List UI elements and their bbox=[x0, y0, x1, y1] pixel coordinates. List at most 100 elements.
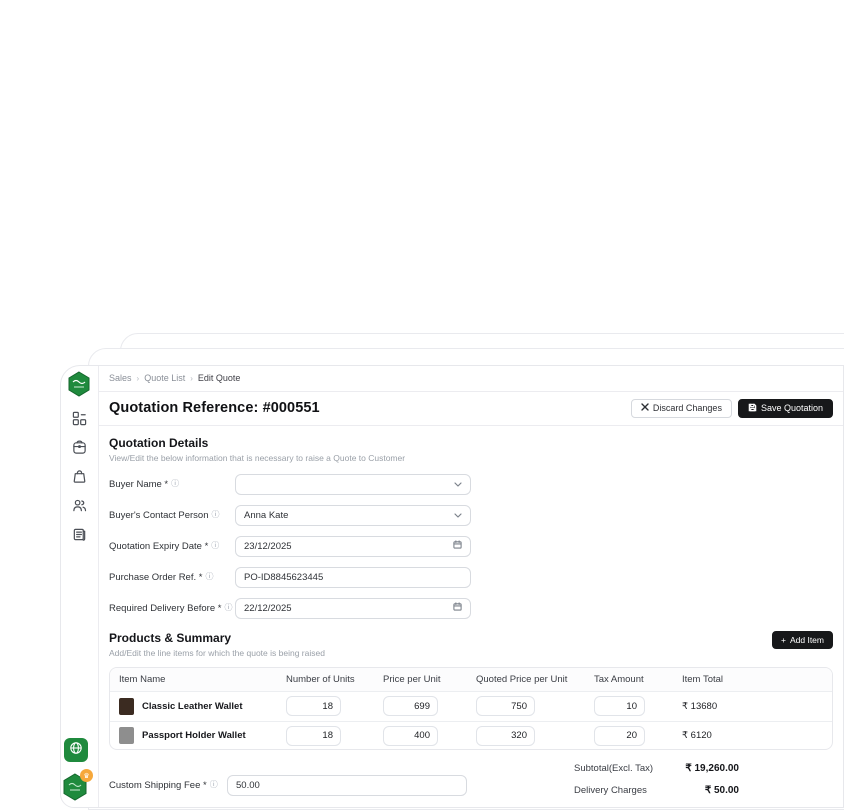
form-row-buyer-name: Buyer Name *ⓘ bbox=[109, 474, 833, 495]
app-window: Sales › Quote List › Edit Quote Quotatio… bbox=[60, 365, 844, 808]
expiry-date-field[interactable] bbox=[244, 541, 453, 552]
form-row-delivery-before: Required Delivery Before *ⓘ bbox=[109, 598, 833, 619]
units-input[interactable] bbox=[287, 727, 340, 745]
shipping-fee-input[interactable] bbox=[227, 775, 467, 796]
table-header-row: Item Name Number of Units Price per Unit… bbox=[110, 668, 832, 692]
col-header-item-name: Item Name bbox=[110, 674, 286, 685]
sidebar-item-orders-icon[interactable] bbox=[72, 439, 88, 455]
form-row-contact-person: Buyer's Contact Personⓘ Anna Kate bbox=[109, 505, 833, 526]
discard-changes-button[interactable]: Discard Changes bbox=[631, 399, 732, 418]
product-thumbnail bbox=[119, 727, 134, 744]
purchase-order-field[interactable] bbox=[244, 572, 462, 583]
expiry-date-label: Quotation Expiry Date *ⓘ bbox=[109, 541, 235, 552]
summary-row-delivery: Delivery Charges ₹ 50.00 bbox=[574, 785, 739, 796]
products-summary-section: Products & Summary Add/Edit the line ite… bbox=[99, 629, 843, 658]
purchase-order-label: Purchase Order Ref. *ⓘ bbox=[109, 572, 235, 583]
info-icon: ⓘ bbox=[210, 781, 218, 789]
breadcrumb-separator: › bbox=[190, 374, 193, 383]
quotation-details-subtitle: View/Edit the below information that is … bbox=[109, 453, 833, 463]
page-header: Quotation Reference: #000551 Discard Cha… bbox=[99, 392, 843, 426]
quoted-price-input[interactable] bbox=[477, 697, 534, 715]
globe-icon bbox=[69, 741, 83, 760]
delivery-before-field[interactable] bbox=[244, 603, 453, 614]
quotation-details-section: Quotation Details View/Edit the below in… bbox=[99, 426, 843, 629]
breadcrumb-edit-quote: Edit Quote bbox=[198, 373, 241, 383]
units-input[interactable] bbox=[287, 697, 340, 715]
sidebar-item-customers-icon[interactable] bbox=[72, 497, 88, 513]
sidebar-item-quotes-icon[interactable] bbox=[72, 526, 88, 542]
products-summary-title: Products & Summary bbox=[109, 631, 325, 645]
info-icon: ⓘ bbox=[205, 573, 213, 581]
info-icon: ⓘ bbox=[211, 542, 219, 550]
table-row: Classic Leather Wallet ₹ 13680 bbox=[110, 692, 832, 721]
tax-input[interactable] bbox=[595, 727, 644, 745]
chevron-down-icon bbox=[454, 479, 462, 490]
breadcrumb-quote-list[interactable]: Quote List bbox=[144, 373, 185, 383]
crown-badge-icon: ♛ bbox=[80, 769, 93, 782]
add-item-button[interactable]: + Add Item bbox=[772, 631, 833, 649]
breadcrumb-sales[interactable]: Sales bbox=[109, 373, 132, 383]
col-header-price: Price per Unit bbox=[383, 674, 476, 685]
save-quotation-label: Save Quotation bbox=[761, 403, 823, 413]
form-row-expiry-date: Quotation Expiry Date *ⓘ bbox=[109, 536, 833, 557]
delivery-before-input[interactable] bbox=[235, 598, 471, 619]
table-row: Passport Holder Wallet ₹ 6120 bbox=[110, 721, 832, 750]
calendar-icon[interactable] bbox=[453, 602, 462, 614]
delivery-charges-label: Delivery Charges bbox=[574, 785, 647, 796]
info-icon: ⓘ bbox=[171, 480, 179, 488]
summary-row-subtotal: Subtotal(Excl. Tax) ₹ 19,260.00 bbox=[574, 763, 739, 774]
shipping-fee-label: Custom Shipping Fee *ⓘ bbox=[109, 780, 227, 791]
item-name: Classic Leather Wallet bbox=[142, 701, 243, 712]
info-icon: ⓘ bbox=[212, 511, 220, 519]
col-header-units: Number of Units bbox=[286, 674, 383, 685]
summary-block: Subtotal(Excl. Tax) ₹ 19,260.00 Delivery… bbox=[574, 763, 739, 807]
products-summary-subtitle: Add/Edit the line items for which the qu… bbox=[109, 648, 325, 658]
item-total: ₹ 13680 bbox=[682, 701, 832, 712]
col-header-quoted-price: Quoted Price per Unit bbox=[476, 674, 594, 685]
main-content: Sales › Quote List › Edit Quote Quotatio… bbox=[99, 366, 843, 807]
item-total: ₹ 6120 bbox=[682, 730, 832, 741]
subtotal-label: Subtotal(Excl. Tax) bbox=[574, 763, 653, 774]
purchase-order-input[interactable] bbox=[235, 567, 471, 588]
col-header-item-total: Item Total bbox=[682, 674, 832, 685]
chevron-down-icon bbox=[454, 510, 462, 521]
breadcrumb-separator: › bbox=[137, 374, 140, 383]
buyer-name-label: Buyer Name *ⓘ bbox=[109, 479, 235, 490]
breadcrumb: Sales › Quote List › Edit Quote bbox=[99, 366, 843, 392]
brand-logo[interactable] bbox=[64, 369, 94, 399]
price-input[interactable] bbox=[384, 697, 437, 715]
tax-input[interactable] bbox=[595, 697, 644, 715]
price-input[interactable] bbox=[384, 727, 437, 745]
item-name: Passport Holder Wallet bbox=[142, 730, 246, 741]
sidebar-item-dashboard-icon[interactable] bbox=[72, 410, 88, 426]
info-icon: ⓘ bbox=[224, 604, 232, 612]
save-quotation-button[interactable]: Save Quotation bbox=[738, 399, 833, 418]
subtotal-value: ₹ 19,260.00 bbox=[685, 763, 739, 774]
shipping-fee-field[interactable] bbox=[236, 780, 458, 791]
buyer-name-select[interactable] bbox=[235, 474, 471, 495]
delivery-before-label: Required Delivery Before *ⓘ bbox=[109, 603, 235, 614]
page-title: Quotation Reference: #000551 bbox=[109, 400, 320, 416]
add-item-label: Add Item bbox=[790, 635, 824, 645]
contact-person-label: Buyer's Contact Personⓘ bbox=[109, 510, 235, 521]
quotation-details-form: Buyer Name *ⓘ Buyer's Contact Personⓘ bbox=[109, 474, 833, 619]
support-chat-button[interactable] bbox=[64, 738, 88, 762]
quoted-price-input[interactable] bbox=[477, 727, 534, 745]
expiry-date-input[interactable] bbox=[235, 536, 471, 557]
calendar-icon[interactable] bbox=[453, 540, 462, 552]
discard-changes-label: Discard Changes bbox=[653, 403, 722, 413]
contact-person-value: Anna Kate bbox=[244, 510, 288, 521]
plus-icon: + bbox=[781, 635, 786, 645]
line-items-table: Item Name Number of Units Price per Unit… bbox=[109, 667, 833, 750]
close-icon bbox=[641, 403, 649, 413]
sidebar-item-products-icon[interactable] bbox=[72, 468, 88, 484]
product-thumbnail bbox=[119, 698, 134, 715]
assistant-widget[interactable]: ♛ bbox=[62, 773, 90, 803]
save-icon bbox=[748, 403, 757, 414]
totals-area: Custom Shipping Fee *ⓘ Subtotal(Excl. Ta… bbox=[99, 750, 843, 807]
form-row-purchase-order: Purchase Order Ref. *ⓘ bbox=[109, 567, 833, 588]
contact-person-select[interactable]: Anna Kate bbox=[235, 505, 471, 526]
quotation-details-title: Quotation Details bbox=[109, 436, 833, 450]
delivery-charges-value: ₹ 50.00 bbox=[705, 785, 739, 796]
col-header-tax: Tax Amount bbox=[594, 674, 682, 685]
